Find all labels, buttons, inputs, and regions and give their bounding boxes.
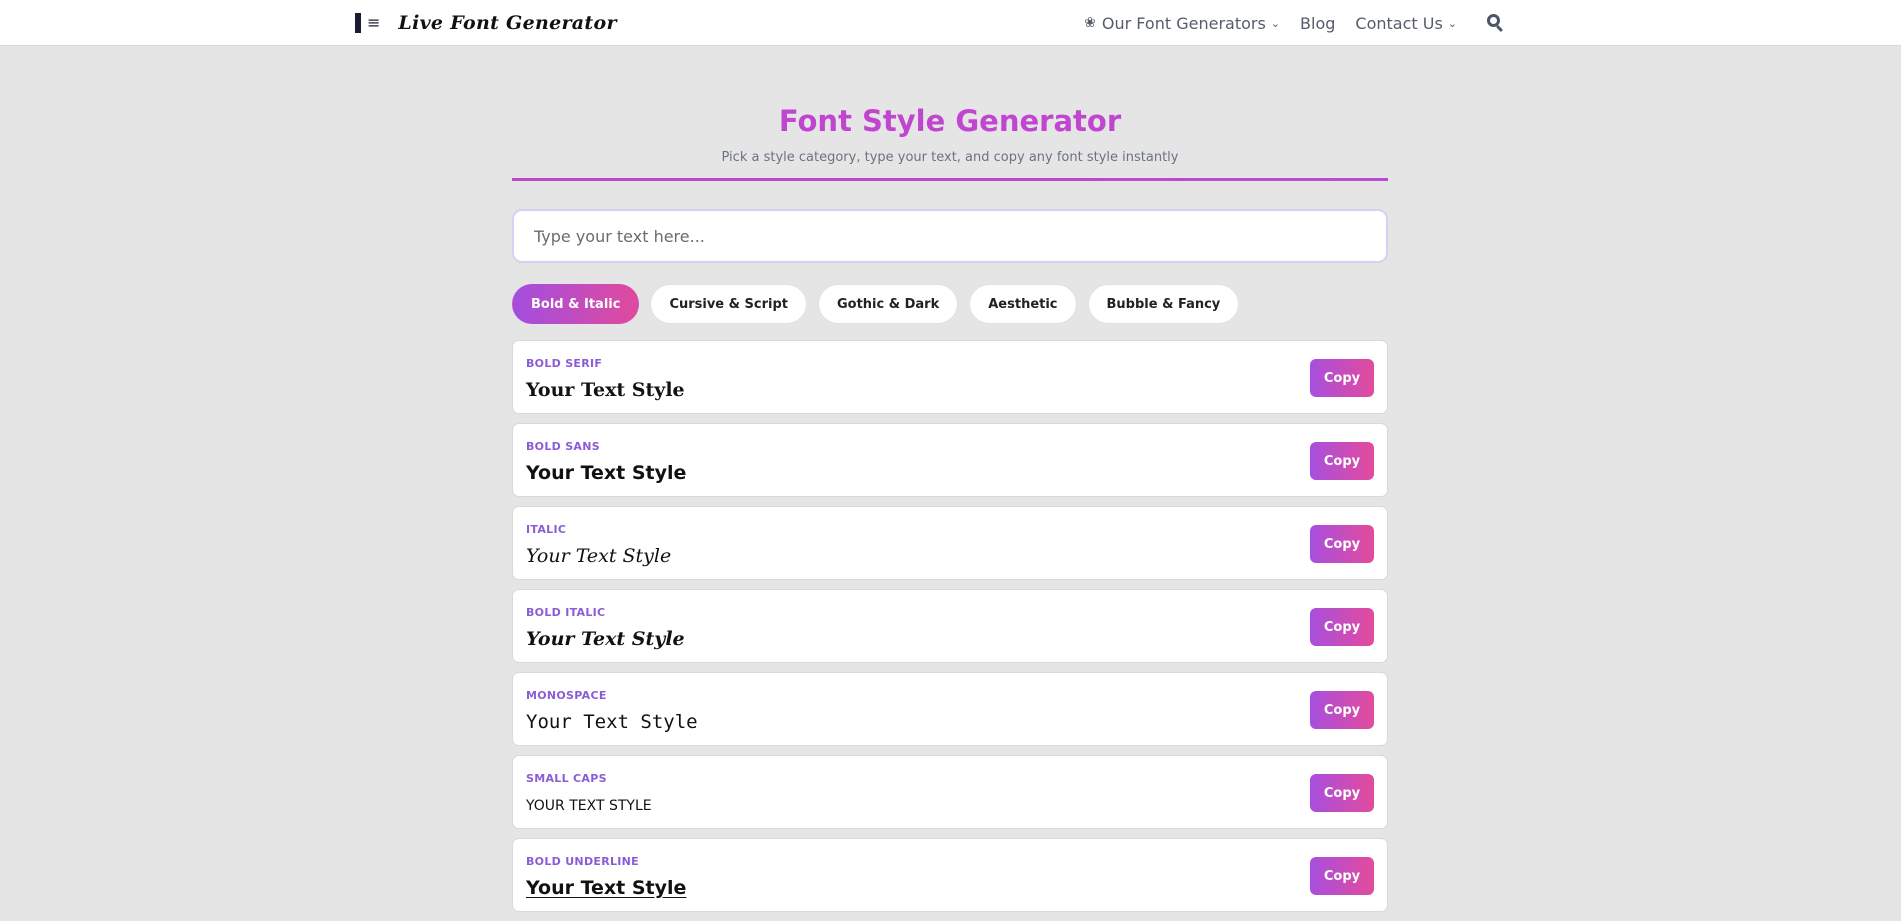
logo-lines-icon: ≡ bbox=[367, 13, 381, 32]
style-card-bold-serif: BOLD SERIF Your Text Style Copy bbox=[512, 340, 1388, 414]
style-label: MONOSPACE bbox=[526, 689, 607, 702]
tab-bold-italic[interactable]: Bold & Italic bbox=[512, 284, 640, 324]
site-logo[interactable]: ≡ Live Font Generator bbox=[355, 11, 617, 35]
style-sample: Your Text Style bbox=[526, 711, 698, 733]
nav-blog-label: Blog bbox=[1300, 13, 1336, 33]
style-label: SMALL CAPS bbox=[526, 772, 607, 785]
logo-text: Live Font Generator bbox=[398, 12, 617, 34]
style-sample: YOUR TEXT STYLE bbox=[526, 798, 652, 814]
search-icon[interactable] bbox=[1487, 14, 1505, 33]
nav-blog[interactable]: Blog bbox=[1300, 14, 1335, 33]
flower-icon: ❀ bbox=[1084, 15, 1096, 31]
site-header: ≡ Live Font Generator ❀ Our Font Generat… bbox=[0, 0, 1901, 46]
style-card-small-caps: SMALL CAPS YOUR TEXT STYLE Copy bbox=[512, 755, 1388, 829]
nav-font-generators-label: Our Font Generators bbox=[1101, 13, 1266, 33]
style-sample: Your Text Style bbox=[526, 628, 685, 650]
style-label: BOLD ITALIC bbox=[526, 606, 606, 619]
copy-button[interactable]: Copy bbox=[1310, 774, 1374, 812]
style-card-monospace: MONOSPACE Your Text Style Copy bbox=[512, 672, 1388, 746]
style-sample: Your Text Style bbox=[526, 545, 672, 567]
style-sample: Your Text Style bbox=[526, 462, 687, 484]
style-label: BOLD SANS bbox=[526, 440, 600, 453]
style-card-italic: ITALIC Your Text Style Copy bbox=[512, 506, 1388, 580]
style-card-bold-underline: BOLD UNDERLINE Your Text Style Copy bbox=[512, 838, 1388, 912]
page-subtitle: Pick a style category, type your text, a… bbox=[721, 150, 1179, 165]
tab-gothic-dark[interactable]: Gothic & Dark bbox=[817, 284, 959, 324]
nav-contact[interactable]: Contact Us ⌄ bbox=[1355, 14, 1457, 33]
nav-font-generators[interactable]: ❀ Our Font Generators ⌄ bbox=[1084, 14, 1280, 33]
chevron-down-icon: ⌄ bbox=[1270, 16, 1281, 30]
copy-button[interactable]: Copy bbox=[1310, 359, 1374, 397]
logo-bar bbox=[355, 13, 361, 33]
tab-bubble-fancy[interactable]: Bubble & Fancy bbox=[1087, 284, 1240, 324]
style-card-bold-sans: BOLD SANS Your Text Style Copy bbox=[512, 423, 1388, 497]
copy-button[interactable]: Copy bbox=[1310, 608, 1374, 646]
page-title: Font Style Generator bbox=[778, 104, 1122, 138]
nav-contact-label: Contact Us bbox=[1355, 13, 1443, 33]
style-label: BOLD UNDERLINE bbox=[526, 855, 639, 868]
style-card-bold-italic: BOLD ITALIC Your Text Style Copy bbox=[512, 589, 1388, 663]
title-divider bbox=[512, 178, 1388, 181]
tab-cursive-script[interactable]: Cursive & Script bbox=[650, 284, 807, 324]
copy-button[interactable]: Copy bbox=[1310, 525, 1374, 563]
tab-aesthetic[interactable]: Aesthetic bbox=[969, 284, 1077, 324]
style-sample: Your Text Style bbox=[526, 877, 687, 899]
category-tabs: Bold & Italic Cursive & Script Gothic & … bbox=[512, 284, 1250, 324]
copy-button[interactable]: Copy bbox=[1310, 691, 1374, 729]
main-nav: ❀ Our Font Generators ⌄ Blog Contact Us … bbox=[1064, 0, 1505, 46]
copy-button[interactable]: Copy bbox=[1310, 442, 1374, 480]
search-icon-handle bbox=[1495, 24, 1504, 33]
style-sample: Your Text Style bbox=[526, 379, 685, 401]
style-label: ITALIC bbox=[526, 523, 567, 536]
text-input[interactable] bbox=[512, 209, 1388, 263]
style-list: BOLD SERIF Your Text Style Copy BOLD SAN… bbox=[512, 340, 1388, 921]
chevron-down-icon: ⌄ bbox=[1447, 16, 1457, 30]
style-label: BOLD SERIF bbox=[526, 357, 603, 370]
logo-mark-icon: ≡ bbox=[355, 13, 380, 33]
copy-button[interactable]: Copy bbox=[1310, 857, 1374, 895]
